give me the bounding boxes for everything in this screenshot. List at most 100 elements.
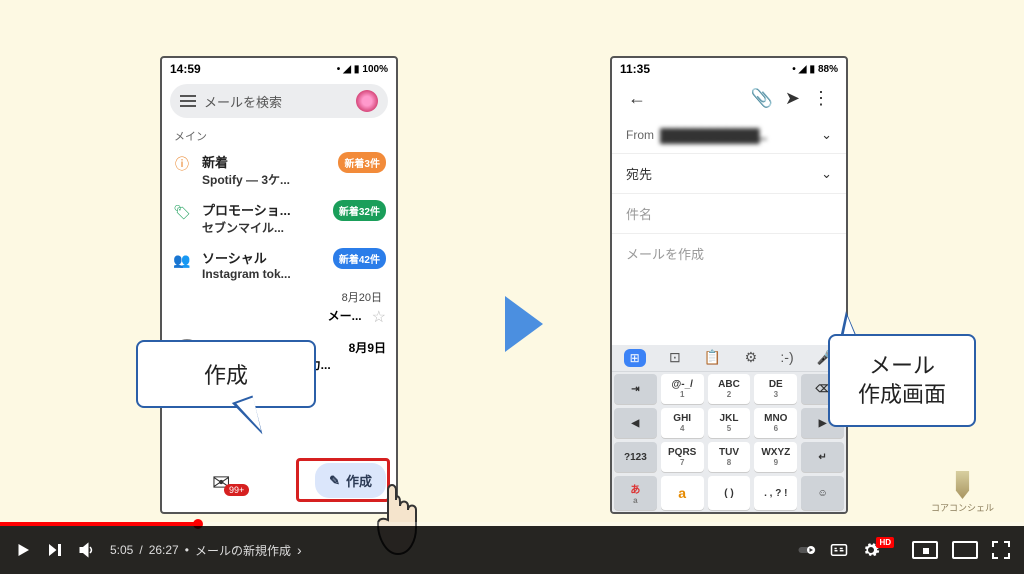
video-player-controls: 5:05 / 26:27 • メールの新規作成 › HD	[0, 526, 1024, 574]
clipboard-icon[interactable]: 📋	[704, 349, 721, 367]
key[interactable]: ABC2	[708, 374, 751, 404]
next-button[interactable]	[46, 541, 64, 559]
battery-pct: 100%	[362, 64, 388, 75]
back-icon[interactable]: ←	[622, 88, 652, 109]
section-label: メイン	[162, 122, 396, 146]
battery-icon: ▮	[354, 64, 360, 75]
key-lang[interactable]: あa	[614, 476, 657, 510]
key-punct[interactable]: . , ? !	[754, 476, 797, 510]
slide-background	[0, 0, 1024, 574]
cat-title: プロモーショ...	[202, 200, 323, 219]
signal-icon: ◢	[343, 64, 351, 75]
mail-date: 8月9日	[349, 339, 386, 356]
callout-compose: 作成	[136, 340, 316, 408]
category-social[interactable]: 👥 ソーシャル Instagram tok... 新着42件	[162, 242, 396, 287]
arrow-right-icon	[505, 296, 543, 352]
key[interactable]: GHI4	[661, 408, 704, 438]
chevron-down-icon[interactable]: ⌄	[821, 166, 832, 182]
callout-text: 作成	[204, 363, 248, 388]
badge-new: 新着42件	[333, 248, 386, 269]
hd-badge: HD	[876, 537, 894, 548]
battery-icon: ▮	[809, 64, 815, 75]
key-paren[interactable]: ( )	[708, 476, 751, 510]
gear-icon[interactable]: ⚙	[745, 349, 758, 367]
chevron-down-icon[interactable]: ⌄	[821, 127, 832, 143]
callout-line2: 作成画面	[858, 381, 946, 410]
send-icon[interactable]: ➤	[779, 88, 806, 109]
info-icon: ⓘ	[172, 154, 192, 174]
mail-item-1[interactable]: メー... ☆	[162, 307, 396, 333]
key-sym[interactable]: ?123	[614, 442, 657, 472]
callout-line1: メール	[858, 352, 946, 381]
account-avatar[interactable]	[356, 90, 378, 112]
menu-icon[interactable]	[180, 95, 196, 107]
to-field[interactable]: 宛先 ⌄	[612, 154, 846, 194]
time-display: 5:05 / 26:27 • メールの新規作成 ›	[110, 542, 302, 559]
key[interactable]: PQRS7	[661, 442, 704, 472]
cat-title: 新着	[202, 152, 328, 171]
key-left[interactable]: ◀	[614, 408, 657, 438]
key[interactable]: WXYZ9	[754, 442, 797, 472]
key[interactable]: @-_/1	[661, 374, 704, 404]
key-emoji[interactable]: ☺	[801, 476, 844, 510]
star-icon[interactable]: ☆	[372, 307, 386, 327]
from-field[interactable]: From ████████████... ⌄	[612, 117, 846, 154]
unread-count: 99+	[224, 484, 249, 496]
envelope-icon: ✉ 99+	[212, 470, 230, 495]
miniplayer-button[interactable]	[912, 541, 938, 559]
from-label: From	[626, 128, 654, 142]
clock: 14:59	[170, 62, 201, 76]
more-icon[interactable]: ⋮	[806, 88, 836, 109]
status-icons: • ◢ ▮ 100%	[337, 64, 388, 75]
key[interactable]: JKL5	[708, 408, 751, 438]
chevron-right-icon[interactable]: ›	[297, 542, 302, 558]
volume-button[interactable]	[78, 541, 96, 559]
video-frame: 14:59 • ◢ ▮ 100% メールを検索 メイン ⓘ 新着 Spotify…	[0, 0, 1024, 574]
keyboard-toolbar: ⊞ ⊡ 📋 ⚙ :-) 🎤	[612, 345, 846, 372]
signal-icon: ◢	[799, 64, 807, 75]
tag-icon: 🏷	[172, 202, 192, 222]
search-placeholder: メールを検索	[204, 92, 348, 111]
body-field[interactable]: メールを作成	[612, 234, 846, 273]
grid-icon[interactable]: ⊞	[624, 349, 646, 367]
brand-name: コアコンシェル	[931, 501, 994, 514]
key[interactable]: MNO6	[754, 408, 797, 438]
soft-keyboard[interactable]: ⊞ ⊡ 📋 ⚙ :-) 🎤 ⇥ @-_/1 ABC2 DE3 ⌫ ◀ GHI4 …	[612, 345, 846, 512]
attach-icon[interactable]: 📎	[744, 88, 778, 109]
key[interactable]: TUV8	[708, 442, 751, 472]
key-a[interactable]: a	[661, 476, 704, 510]
search-bar[interactable]: メールを検索	[170, 84, 388, 118]
emoticon-icon[interactable]: :-)	[780, 349, 793, 367]
status-icons: • ◢ ▮ 88%	[792, 64, 838, 75]
people-icon: 👥	[172, 250, 192, 270]
badge-new: 新着32件	[333, 200, 386, 221]
fullscreen-button[interactable]	[992, 541, 1010, 559]
time-current: 5:05	[110, 543, 133, 557]
cat-sub: Instagram tok...	[202, 267, 323, 281]
settings-button[interactable]: HD	[862, 541, 898, 559]
captions-button[interactable]	[830, 541, 848, 559]
chapter-title[interactable]: メールの新規作成	[195, 542, 291, 559]
theater-button[interactable]	[952, 541, 978, 559]
mail-date: 8月20日	[162, 287, 396, 307]
body-placeholder: メールを作成	[626, 244, 704, 263]
dot-icon: •	[792, 64, 796, 75]
category-promotions[interactable]: 🏷 プロモーショ... セブンマイル... 新着32件	[162, 194, 396, 242]
callout-compose-screen: メール 作成画面	[828, 334, 976, 427]
category-updates[interactable]: ⓘ 新着 Spotify — 3ケ... 新着3件	[162, 146, 396, 194]
to-label: 宛先	[626, 164, 652, 183]
subject-placeholder: 件名	[626, 204, 652, 223]
play-button[interactable]	[14, 541, 32, 559]
dot-icon: •	[337, 64, 341, 75]
phone-gmail-compose: 11:35 • ◢ ▮ 88% ← 📎 ➤ ⋮ From ███████████…	[610, 56, 848, 514]
autoplay-toggle[interactable]	[798, 541, 816, 559]
key-tab[interactable]: ⇥	[614, 374, 657, 404]
subject-field[interactable]: 件名	[612, 194, 846, 234]
gif-icon[interactable]: ⊡	[669, 349, 681, 367]
status-bar: 14:59 • ◢ ▮ 100%	[162, 58, 396, 80]
cat-sub: セブンマイル...	[202, 219, 323, 236]
mail-tab-icon[interactable]: ✉ 99+	[212, 470, 230, 496]
mail-snippet: メー...	[328, 307, 362, 324]
key-enter[interactable]: ↵	[801, 442, 844, 472]
key[interactable]: DE3	[754, 374, 797, 404]
